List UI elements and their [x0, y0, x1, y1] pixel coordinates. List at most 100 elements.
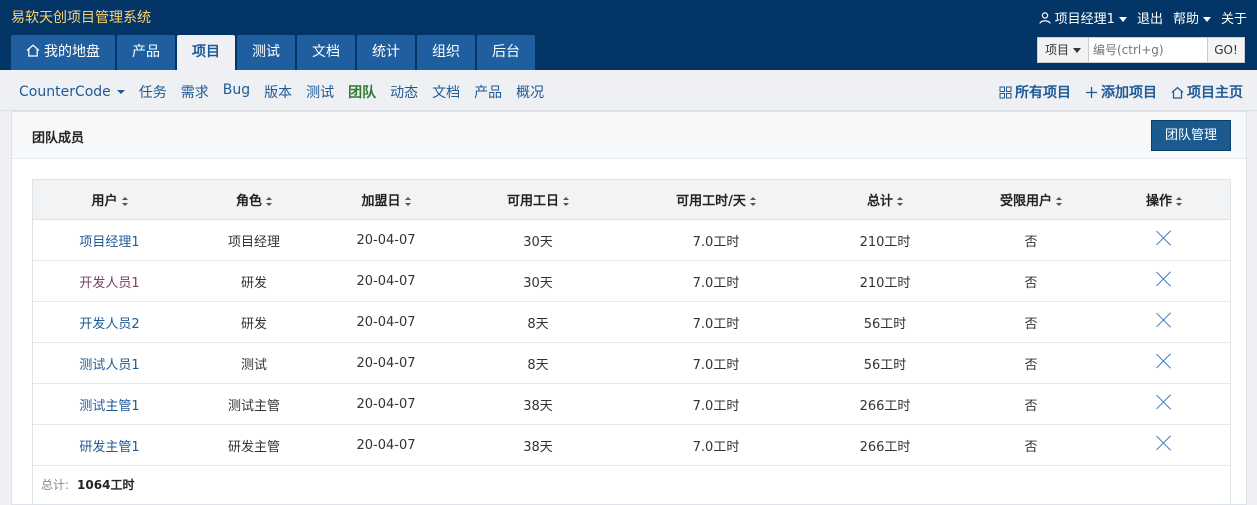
cell-limited: 否 [964, 342, 1098, 384]
table-row: 测试主管1 测试主管 20-04-07 38天 7.0工时 266工时 否 [33, 383, 1230, 425]
team-panel: 团队成员 团队管理 用户 角色 加盟日 可用工日 可用工时/天 总计 受限用户 操作 项目经理… [11, 111, 1247, 505]
cell-hours-per-day: 7.0工时 [626, 383, 806, 425]
cell-limited: 否 [964, 383, 1098, 425]
nav-tab[interactable]: 文档 [297, 35, 355, 70]
all-projects-link[interactable]: 所有项目 [999, 82, 1071, 102]
column-header[interactable]: 可用工日 [450, 180, 626, 220]
cell-role: 研发 [186, 260, 322, 302]
sub-nav-item[interactable]: 概况 [516, 82, 544, 102]
user-link[interactable]: 测试人员1 [79, 358, 139, 373]
cell-total: 266工时 [806, 383, 964, 425]
total-label: 总计: [41, 478, 70, 492]
cell-actions [1098, 260, 1230, 302]
chevron-down-icon [1118, 17, 1127, 22]
sub-nav-item[interactable]: 产品 [474, 82, 502, 102]
team-manage-button[interactable]: 团队管理 [1151, 120, 1231, 151]
cell-user: 项目经理1 [33, 219, 186, 261]
search-input[interactable] [1089, 38, 1207, 62]
column-header[interactable]: 操作 [1098, 180, 1230, 220]
sub-nav-item[interactable]: 版本 [264, 82, 292, 102]
project-home-link[interactable]: 项目主页 [1171, 82, 1243, 102]
sub-nav-item[interactable]: 需求 [181, 82, 209, 102]
search-type-select[interactable]: 项目 [1038, 38, 1089, 62]
sub-nav-item[interactable]: 文档 [432, 82, 460, 102]
sort-icon [266, 197, 272, 206]
cell-value: 否 [1024, 275, 1038, 291]
sort-icon [897, 197, 903, 206]
help-dropdown[interactable]: 帮助 [1173, 8, 1211, 27]
remove-member-icon[interactable] [1156, 435, 1172, 451]
table-row: 测试人员1 测试 20-04-07 8天 7.0工时 56工时 否 [33, 342, 1230, 384]
sort-icon [1176, 197, 1182, 206]
column-header-label: 用户 [91, 194, 118, 209]
cell-total: 56工时 [806, 342, 964, 384]
search-go-button[interactable]: GO! [1207, 38, 1244, 62]
user-link[interactable]: 测试主管1 [79, 399, 139, 414]
sub-nav-item[interactable]: 任务 [139, 82, 167, 102]
cell-value: 否 [1024, 398, 1038, 414]
home-icon [1171, 86, 1184, 99]
cell-value: 否 [1024, 439, 1038, 455]
cell-role: 研发主管 [186, 424, 322, 466]
about-link[interactable]: 关于 [1221, 8, 1247, 27]
cell-role: 项目经理 [186, 219, 322, 261]
user-link[interactable]: 开发人员2 [79, 317, 139, 332]
nav-tab[interactable]: 组织 [417, 35, 475, 70]
cell-value: 测试主管 [227, 398, 280, 414]
user-dropdown[interactable]: 项目经理1 [1038, 8, 1127, 27]
brand-title: 易软天创项目管理系统 [11, 10, 151, 26]
sub-nav-item[interactable]: 团队 [348, 82, 376, 102]
sub-nav-item[interactable]: 测试 [306, 82, 334, 102]
logout-link[interactable]: 退出 [1137, 8, 1163, 27]
nav-tab[interactable]: 我的地盘 [11, 35, 115, 70]
nav-tab-label: 统计 [372, 44, 400, 60]
column-header[interactable]: 受限用户 [964, 180, 1098, 220]
cell-value: 30天 [523, 234, 553, 250]
remove-member-icon[interactable] [1156, 353, 1172, 369]
project-name: CounterCode [19, 84, 111, 100]
top-bar: 易软天创项目管理系统 项目经理1 退出 帮助 关于 我的地盘 产品 项目 测试 文档 统计… [0, 0, 1257, 70]
cell-value: 210工时 [859, 275, 911, 291]
sub-nav-item[interactable]: Bug [223, 82, 250, 102]
remove-member-icon[interactable] [1156, 312, 1172, 328]
cell-user: 测试人员1 [33, 342, 186, 384]
cell-total: 210工时 [806, 219, 964, 261]
column-header[interactable]: 可用工时/天 [626, 180, 806, 220]
column-header[interactable]: 用户 [33, 180, 186, 220]
cell-value: 8天 [527, 316, 549, 332]
column-header[interactable]: 总计 [806, 180, 964, 220]
project-switcher[interactable]: CounterCode [19, 84, 125, 100]
add-project-link[interactable]: 添加项目 [1085, 82, 1157, 102]
column-header[interactable]: 角色 [186, 180, 322, 220]
sub-nav-item[interactable]: 动态 [390, 82, 418, 102]
sub-nav-left: CounterCode 任务 需求 Bug 版本 测试 团队 动态 文档 产品 概况 [19, 82, 558, 102]
remove-member-icon[interactable] [1156, 271, 1172, 287]
user-link[interactable]: 开发人员1 [79, 276, 139, 291]
cell-days: 8天 [450, 342, 626, 384]
nav-tab[interactable]: 统计 [357, 35, 415, 70]
column-header[interactable]: 加盟日 [322, 180, 450, 220]
user-link[interactable]: 项目经理1 [79, 235, 139, 250]
cell-join: 20-04-07 [322, 301, 450, 343]
plus-icon [1086, 86, 1097, 98]
cell-value: 266工时 [859, 398, 911, 414]
remove-member-icon[interactable] [1156, 394, 1172, 410]
cell-days: 8天 [450, 301, 626, 343]
cell-hours-per-day: 7.0工时 [626, 219, 806, 261]
user-link[interactable]: 研发主管1 [79, 440, 139, 455]
cell-value: 测试 [240, 357, 267, 373]
cell-value: 项目经理 [227, 234, 280, 250]
cell-value: 20-04-07 [356, 355, 416, 371]
nav-tab[interactable]: 项目 [177, 35, 235, 70]
nav-tab[interactable]: 后台 [477, 35, 535, 70]
chevron-down-icon [1073, 48, 1081, 53]
nav-tab[interactable]: 测试 [237, 35, 295, 70]
cell-value: 56工时 [863, 357, 907, 373]
sub-nav-items: 任务 需求 Bug 版本 测试 团队 动态 文档 产品 概况 [139, 82, 558, 102]
cell-value: 研发 [240, 316, 267, 332]
cell-hours-per-day: 7.0工时 [626, 301, 806, 343]
remove-member-icon[interactable] [1156, 230, 1172, 246]
cell-user: 研发主管1 [33, 424, 186, 466]
nav-tab[interactable]: 产品 [117, 35, 175, 70]
table-row: 项目经理1 项目经理 20-04-07 30天 7.0工时 210工时 否 [33, 219, 1230, 261]
